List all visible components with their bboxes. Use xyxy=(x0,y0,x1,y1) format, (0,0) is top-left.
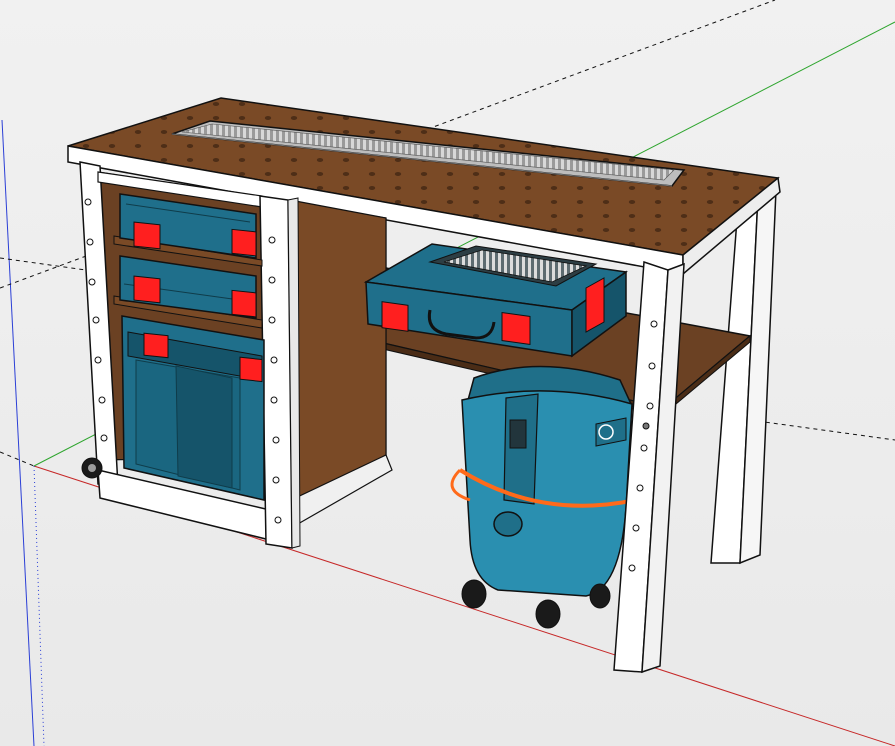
dust-extractor[interactable] xyxy=(450,365,637,629)
blue-axis xyxy=(1,119,35,746)
latch-icon[interactable] xyxy=(239,356,263,383)
latch-icon[interactable] xyxy=(381,301,409,332)
cabinet-caster-icon xyxy=(81,457,103,479)
latch-icon[interactable] xyxy=(133,221,161,250)
scene-canvas[interactable] xyxy=(0,0,895,746)
latch-icon[interactable] xyxy=(501,311,531,346)
latch-icon[interactable] xyxy=(133,275,161,304)
switch-icon[interactable] xyxy=(509,419,527,449)
back-right-leg xyxy=(710,188,777,565)
hose-port-icon[interactable] xyxy=(493,511,523,537)
sketchup-viewport[interactable] xyxy=(0,0,895,746)
dashed-axis-3 xyxy=(0,451,35,467)
dashed-axis-4 xyxy=(749,419,895,441)
latch-icon[interactable] xyxy=(231,289,257,318)
system-case-bottom[interactable] xyxy=(121,315,265,501)
blue-axis-dotted xyxy=(33,465,45,746)
latch-icon[interactable] xyxy=(143,332,169,359)
latch-icon[interactable] xyxy=(231,228,257,257)
